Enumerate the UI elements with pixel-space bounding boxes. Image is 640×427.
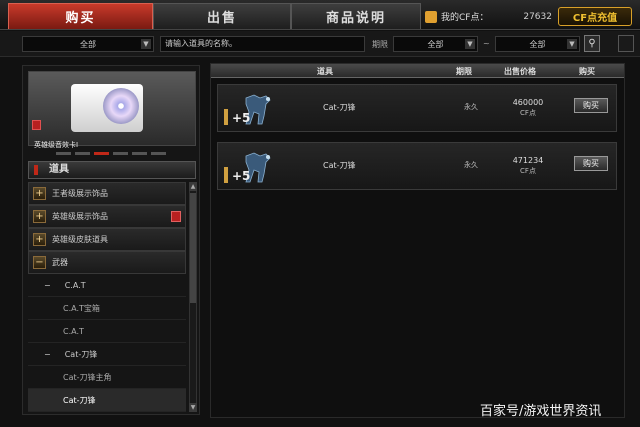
expand-icon[interactable]: + bbox=[33, 210, 46, 223]
market-window: 购买 出售 商品说明 我的CF点： 27632 CF点充值 全部 ▼ 请输入道具… bbox=[0, 0, 640, 427]
tree-node-label: 英雄级皮肤道具 bbox=[52, 235, 108, 244]
category-select[interactable]: 全部 ▼ bbox=[22, 36, 154, 52]
tree-node-cat-blade-hero[interactable]: Cat-刀锋主角 bbox=[28, 366, 186, 389]
item-price-value: 471234 bbox=[512, 156, 544, 165]
tree-node-label: C.A.T bbox=[63, 326, 84, 336]
tree-node-cat-item[interactable]: C.A.T bbox=[28, 320, 186, 343]
disc-icon bbox=[103, 88, 139, 124]
period-from-select[interactable]: 全部 ▼ bbox=[393, 36, 478, 52]
new-badge-icon bbox=[32, 120, 41, 130]
buy-button[interactable]: 购买 bbox=[574, 98, 608, 113]
cf-points-display: 我的CF点： 27632 bbox=[425, 8, 552, 25]
pager-dot[interactable] bbox=[75, 152, 90, 155]
column-duration: 期限 bbox=[456, 67, 472, 76]
scroll-down-icon[interactable]: ▼ bbox=[189, 403, 197, 412]
category-tree: + 王者级展示饰品 + 英雄级展示饰品 + 英雄级皮肤道具 − 武器 − C.A… bbox=[28, 182, 186, 412]
upgrade-marker bbox=[224, 167, 228, 183]
tree-node-label: C.A.T bbox=[64, 280, 86, 290]
item-price-value: 460000 bbox=[512, 98, 544, 107]
tab-item-info[interactable]: 商品说明 bbox=[291, 3, 421, 29]
chevron-down-icon: ▼ bbox=[567, 39, 577, 49]
buy-button[interactable]: 购买 bbox=[574, 156, 608, 171]
column-price: 出售价格 bbox=[504, 67, 536, 76]
tab-sell[interactable]: 出售 bbox=[153, 3, 291, 29]
pager-dot[interactable] bbox=[113, 152, 128, 155]
period-from-value: 全部 bbox=[427, 39, 444, 49]
cf-points-value: 27632 bbox=[523, 11, 552, 22]
tree-node-label: Cat-刀锋主角 bbox=[63, 372, 112, 382]
carousel-pager bbox=[56, 152, 166, 156]
tree-node-label: 武器 bbox=[52, 258, 68, 267]
tree-node-cat-blade-selected[interactable]: Cat-刀锋 bbox=[28, 389, 186, 412]
tree-node-hero-skin[interactable]: + 英雄级皮肤道具 bbox=[28, 228, 186, 251]
tree-node-label: 王者级展示饰品 bbox=[52, 189, 108, 198]
scroll-up-icon[interactable]: ▲ bbox=[189, 182, 197, 191]
chevron-down-icon: ▼ bbox=[141, 39, 151, 49]
period-to-value: 全部 bbox=[529, 39, 546, 49]
tree-node-cat[interactable]: − C.A.T bbox=[28, 274, 186, 297]
item-price: 471234 CF点 bbox=[508, 156, 548, 176]
expand-icon[interactable]: + bbox=[33, 187, 46, 200]
item-list-panel: 道具 期限 出售价格 购买 +5 Cat-刀锋 永久 460000 CF点 购买 bbox=[210, 63, 625, 418]
pager-dot[interactable] bbox=[56, 152, 71, 155]
chevron-down-icon: ▼ bbox=[465, 39, 475, 49]
tree-node-royal-display[interactable]: + 王者级展示饰品 bbox=[28, 182, 186, 205]
cf-points-label: 我的CF点： bbox=[441, 13, 489, 23]
table-row[interactable]: +5 Cat-刀锋 永久 460000 CF点 购买 bbox=[217, 84, 617, 132]
upgrade-level: +5 bbox=[232, 111, 251, 125]
item-price-unit: CF点 bbox=[520, 109, 536, 117]
table-header: 道具 期限 出售价格 购买 bbox=[211, 64, 624, 78]
watermark: 百家号/游戏世界资讯 bbox=[480, 404, 602, 419]
search-icon: ⚲ bbox=[588, 38, 596, 49]
collapse-icon[interactable]: − bbox=[33, 256, 46, 269]
range-separator: ~ bbox=[483, 39, 490, 48]
category-panel: 英雄级音效卡I 道具 + 王者级展示饰品 + 英雄级展示饰品 + 英雄级皮肤道具… bbox=[22, 65, 200, 415]
view-toggle-button[interactable] bbox=[618, 35, 634, 52]
period-to-select[interactable]: 全部 ▼ bbox=[495, 36, 580, 52]
table-row[interactable]: +5 Cat-刀锋 永久 471234 CF点 购买 bbox=[217, 142, 617, 190]
period-label: 期限 bbox=[372, 40, 388, 49]
pager-dot[interactable] bbox=[151, 152, 166, 155]
tree-node-label: Cat-刀锋 bbox=[64, 349, 98, 359]
tree-node-label: C.A.T宝箱 bbox=[63, 303, 100, 313]
upgrade-marker bbox=[224, 109, 228, 125]
pager-dot-active[interactable] bbox=[94, 152, 109, 155]
scroll-thumb[interactable] bbox=[190, 193, 196, 303]
expand-icon[interactable]: + bbox=[33, 233, 46, 246]
category-select-value: 全部 bbox=[80, 39, 96, 49]
item-price-unit: CF点 bbox=[520, 167, 536, 175]
new-badge-icon bbox=[171, 211, 181, 222]
upgrade-level: +5 bbox=[232, 169, 251, 183]
filter-bar: 全部 ▼ 请输入道具的名称。 期限 全部 ▼ ~ 全部 ▼ ⚲ bbox=[0, 31, 640, 57]
section-header-label: 道具 bbox=[49, 164, 69, 175]
search-input[interactable]: 请输入道具的名称。 bbox=[160, 36, 365, 52]
item-duration: 永久 bbox=[464, 161, 478, 169]
tree-scrollbar[interactable]: ▲ ▼ bbox=[189, 182, 197, 412]
preview-item-name: 英雄级音效卡I bbox=[34, 141, 79, 149]
item-name: Cat-刀锋 bbox=[323, 103, 356, 112]
section-header: 道具 bbox=[28, 161, 196, 179]
item-duration: 永久 bbox=[464, 103, 478, 111]
item-preview: 英雄级音效卡I bbox=[28, 71, 196, 149]
recharge-button[interactable]: CF点充值 bbox=[558, 7, 632, 26]
section-marker bbox=[34, 165, 38, 175]
tree-node-hero-display[interactable]: + 英雄级展示饰品 bbox=[28, 205, 186, 228]
item-price: 460000 CF点 bbox=[508, 98, 548, 118]
item-name: Cat-刀锋 bbox=[323, 161, 356, 170]
tree-node-cat-box[interactable]: C.A.T宝箱 bbox=[28, 297, 186, 320]
tree-node-label: 英雄级展示饰品 bbox=[52, 212, 108, 221]
cf-coin-icon bbox=[425, 10, 437, 23]
collapse-icon[interactable]: − bbox=[44, 281, 51, 290]
tab-buy[interactable]: 购买 bbox=[8, 3, 153, 29]
tree-node-weapons[interactable]: − 武器 bbox=[28, 251, 186, 274]
pager-dot[interactable] bbox=[132, 152, 147, 155]
column-buy: 购买 bbox=[579, 67, 595, 76]
column-item: 道具 bbox=[317, 67, 333, 76]
tab-bar: 购买 出售 商品说明 我的CF点： 27632 CF点充值 bbox=[0, 0, 640, 30]
tree-node-label: Cat-刀锋 bbox=[63, 395, 96, 405]
collapse-icon[interactable]: − bbox=[44, 350, 51, 359]
tree-node-cat-blade[interactable]: − Cat-刀锋 bbox=[28, 343, 186, 366]
search-button[interactable]: ⚲ bbox=[584, 35, 600, 52]
